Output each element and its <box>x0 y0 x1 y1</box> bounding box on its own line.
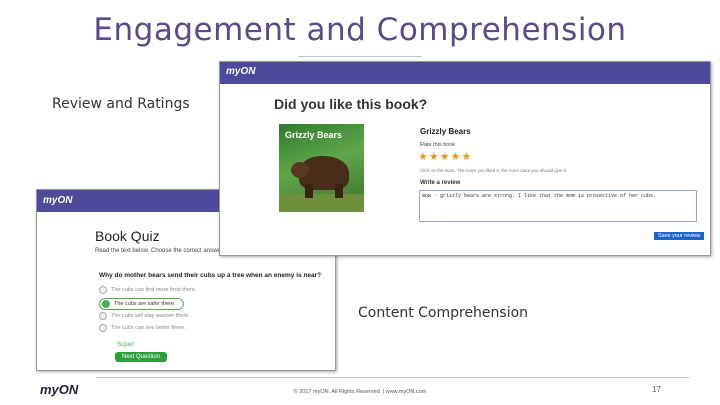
title-underline <box>298 56 422 57</box>
radio-icon[interactable] <box>102 300 110 308</box>
star-icon[interactable]: ★ <box>462 152 472 163</box>
myon-logo: myON <box>43 195 73 206</box>
footer-rule <box>96 377 690 378</box>
callout-review-ratings: Review and Ratings <box>52 96 190 112</box>
answer-option[interactable]: The cubs can find more food there. <box>99 286 196 294</box>
answer-option[interactable]: The cubs will stay warmer there. <box>99 312 190 320</box>
app-header-bar: myON <box>220 62 710 84</box>
write-review-label: Write a review <box>420 180 461 186</box>
book-title: Grizzly Bears <box>420 127 471 136</box>
save-review-button[interactable]: Save your review <box>654 232 705 240</box>
next-question-button[interactable]: Next Question <box>115 352 168 362</box>
quiz-title: Book Quiz <box>95 228 160 244</box>
answer-option-label: The cubs will stay warmer there. <box>111 313 190 319</box>
radio-icon[interactable] <box>99 286 107 294</box>
bear-leg <box>335 184 343 198</box>
star-icon[interactable]: ★ <box>418 152 428 163</box>
star-icon[interactable]: ★ <box>429 152 439 163</box>
callout-content-comprehension: Content Comprehension <box>358 305 529 321</box>
review-ratings-screenshot: myON Did you like this book? Grizzly Bea… <box>219 61 711 256</box>
slide-title: Engagement and Comprehension <box>93 12 627 48</box>
rating-hint: Click on the stars. The more you liked i… <box>420 168 568 173</box>
answer-option-label: The cubs can see better there. <box>111 325 186 331</box>
cover-ground <box>279 194 364 212</box>
star-icon[interactable]: ★ <box>451 152 461 163</box>
answer-option-selected[interactable]: The cubs are safer there. <box>99 298 185 310</box>
review-textarea[interactable]: Wow - grizzly bears are strong. I like t… <box>419 190 697 222</box>
feedback-text: Super! <box>117 342 135 348</box>
answer-option-label: The cubs are safer there. <box>114 301 176 307</box>
quiz-question: Why do mother bears send their cubs up a… <box>99 272 322 279</box>
radio-icon[interactable] <box>99 324 107 332</box>
answer-option[interactable]: The cubs can see better there. <box>99 324 186 332</box>
star-rating[interactable]: ★ ★ ★ ★ ★ <box>418 152 471 163</box>
bear-leg <box>305 184 313 198</box>
bear-head <box>291 162 309 178</box>
answer-option-label: The cubs can find more food there. <box>111 287 197 293</box>
footer-copyright: © 2017 myON. All Rights Reserved. | www.… <box>293 389 427 395</box>
myon-logo: myON <box>226 66 256 77</box>
page-number: 17 <box>652 385 661 394</box>
cover-title: Grizzly Bears <box>285 130 343 140</box>
book-cover-image: Grizzly Bears <box>279 124 364 212</box>
rate-label: Rate this book <box>420 142 456 148</box>
review-heading: Did you like this book? <box>274 96 428 112</box>
star-icon[interactable]: ★ <box>440 152 450 163</box>
radio-icon[interactable] <box>99 312 107 320</box>
quiz-instructions: Read the text below. Choose the correct … <box>95 248 225 254</box>
